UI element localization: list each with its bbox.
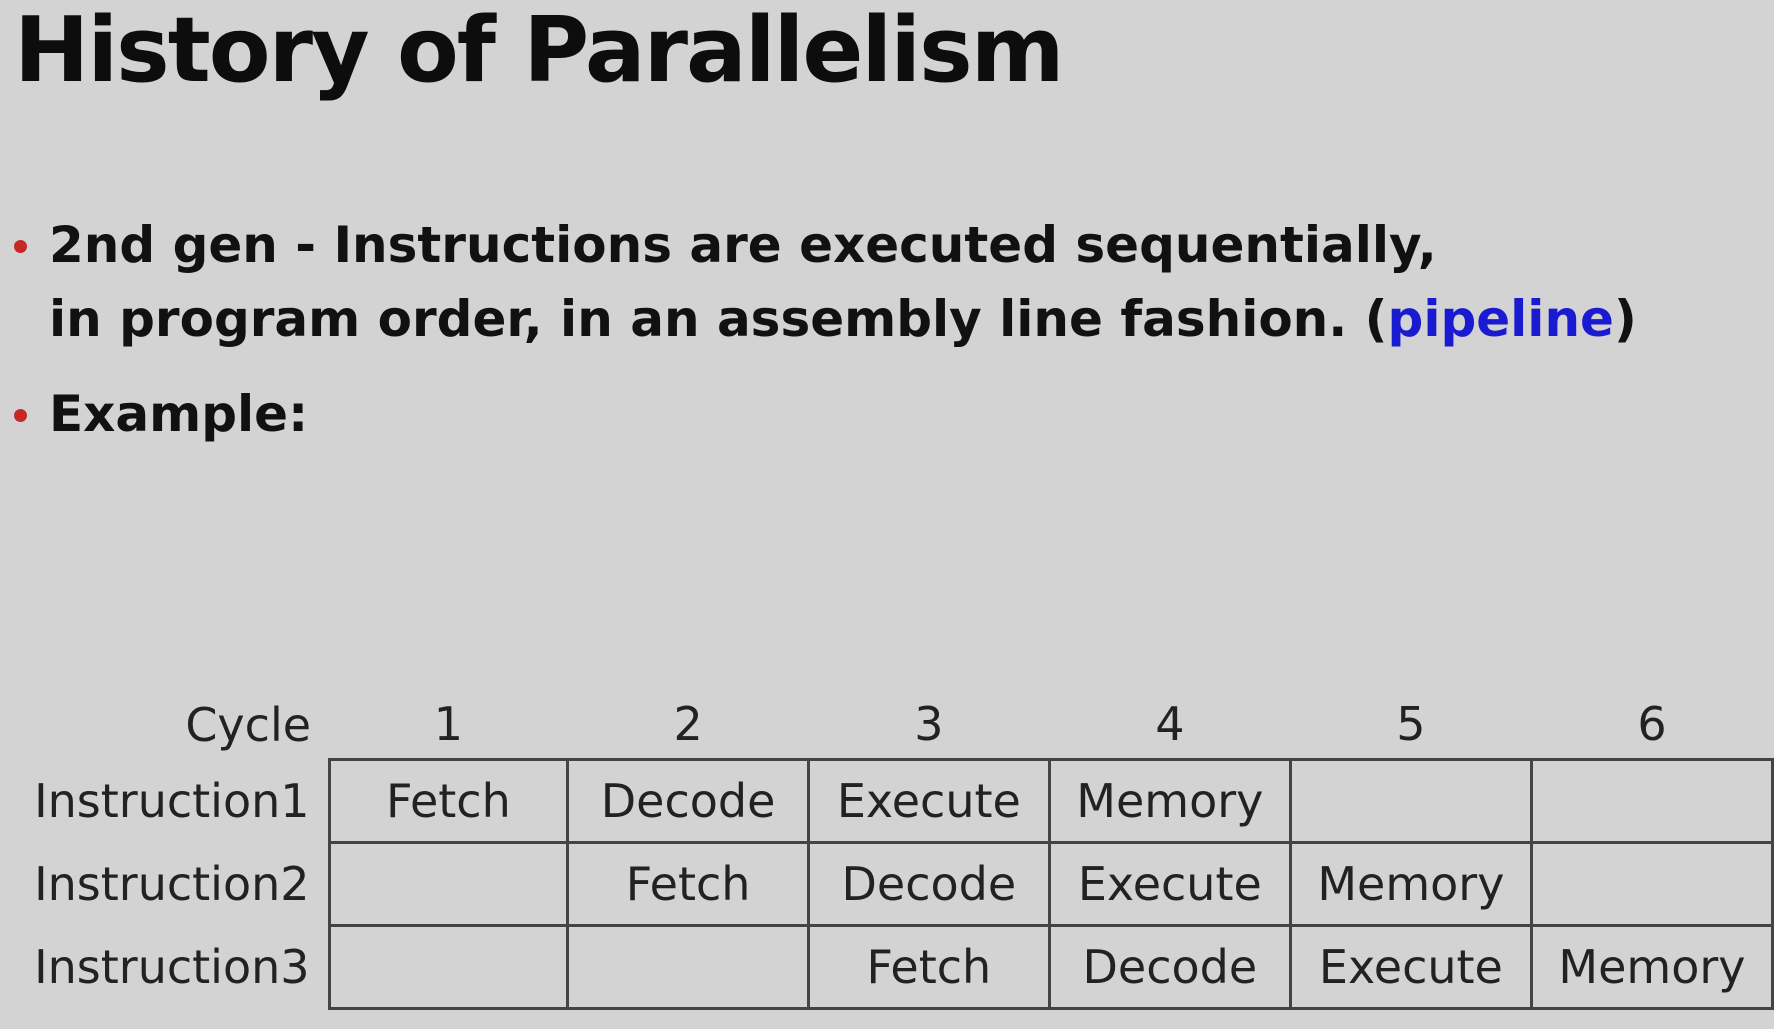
stage-cell bbox=[566, 924, 810, 1010]
bullet-pipeline-description: 2nd gen - Instructions are executed sequ… bbox=[14, 208, 1637, 356]
table-row: Instruction2 Fetch Decode Execute Memory bbox=[22, 841, 1774, 927]
stage-cell: Execute bbox=[1047, 841, 1292, 927]
stage-cell: Decode bbox=[1047, 924, 1292, 1010]
bullet-dot-icon bbox=[14, 240, 27, 253]
stage-cell: Memory bbox=[1047, 758, 1292, 844]
cycle-number: 4 bbox=[1155, 697, 1185, 751]
cycle-label: Cycle bbox=[185, 697, 312, 752]
table-row: Instruction1 Fetch Decode Execute Memory bbox=[22, 758, 1774, 844]
stage-cell bbox=[1288, 758, 1533, 844]
table-row: Instruction3 Fetch Decode Execute Memory bbox=[22, 924, 1774, 1010]
pipeline-table: Cycle 1 2 3 4 5 6 Instruction1 Fetch Dec… bbox=[22, 690, 1774, 1010]
stage-cell: Decode bbox=[566, 758, 810, 844]
stage-cell bbox=[327, 841, 570, 927]
instruction-label: Instruction2 bbox=[34, 857, 310, 911]
stage-cell: Fetch bbox=[327, 758, 570, 844]
stage-cell: Memory bbox=[1288, 841, 1533, 927]
stage-cell: Fetch bbox=[806, 924, 1051, 1010]
cycle-number: 1 bbox=[433, 697, 464, 751]
stage-cell: Execute bbox=[806, 758, 1051, 844]
bullet-example: Example: bbox=[14, 377, 308, 451]
bullet-line-2-text: in program order, in an assembly line fa… bbox=[49, 290, 1388, 348]
stage-cell bbox=[1529, 841, 1774, 927]
stage-cell: Fetch bbox=[566, 841, 810, 927]
bullet-dot-icon bbox=[14, 409, 27, 422]
stage-cell: Execute bbox=[1288, 924, 1533, 1010]
cycle-number: 6 bbox=[1637, 697, 1667, 751]
bullet-line-2-close: ) bbox=[1613, 290, 1637, 348]
stage-cell bbox=[327, 924, 570, 1010]
bullet-text: 2nd gen - Instructions are executed sequ… bbox=[49, 208, 1637, 356]
pipeline-keyword: pipeline bbox=[1387, 290, 1614, 348]
cycle-number: 2 bbox=[673, 697, 703, 751]
slide-title: History of Parallelism bbox=[14, 0, 1064, 103]
stage-cell: Memory bbox=[1529, 924, 1774, 1010]
cycle-number: 5 bbox=[1396, 697, 1426, 751]
stage-cell: Decode bbox=[806, 841, 1051, 927]
stage-cell bbox=[1529, 758, 1774, 844]
cycle-number: 3 bbox=[914, 697, 944, 751]
bullet-example-text: Example: bbox=[49, 385, 309, 443]
bullet-line-1: 2nd gen - Instructions are executed sequ… bbox=[49, 216, 1437, 274]
cycle-header-row: Cycle 1 2 3 4 5 6 bbox=[22, 690, 1773, 760]
instruction-label: Instruction1 bbox=[34, 774, 310, 828]
instruction-label: Instruction3 bbox=[34, 940, 310, 994]
bullet-line-2: in program order, in an assembly line fa… bbox=[49, 282, 1637, 356]
